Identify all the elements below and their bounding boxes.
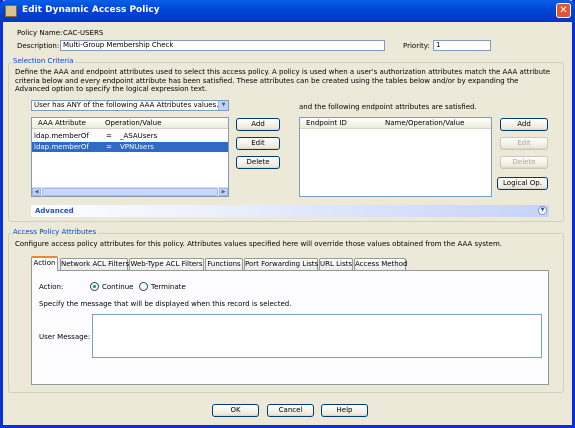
aaa-match-selected: User has ANY of the following AAA Attrib… [34,101,223,109]
description-input[interactable]: Multi-Group Membership Check [60,40,385,51]
app-icon [5,5,17,17]
logical-op-button[interactable]: Logical Op. [497,177,548,190]
table-row[interactable]: ldap.memberOf = _ASAUsers [32,131,228,141]
endpoint-edit-button[interactable]: Edit [500,137,548,150]
endpoint-table-header: Endpoint ID Name/Operation/Value [300,118,491,129]
advanced-expander[interactable]: Advanced ▼ [31,205,549,217]
window-title: Edit Dynamic Access Policy [22,5,160,15]
aaa-row-attribute: ldap.memberOf [34,143,89,151]
aaa-row-op: = [106,143,112,151]
close-icon[interactable]: ✕ [556,3,571,18]
table-row-selected[interactable]: ldap.memberOf = VPNUsers [32,142,228,152]
tab-url-lists[interactable]: URL Lists [319,258,353,270]
continue-radio-label[interactable]: Continue [102,283,133,291]
terminate-radio-label[interactable]: Terminate [151,283,186,291]
policy-name-label: Policy Name: [17,29,63,37]
priority-label: Priority: [403,42,430,50]
endpoint-attribute-table[interactable]: Endpoint ID Name/Operation/Value [299,117,492,197]
aaa-table-header: AAA Attribute Operation/Value [32,118,228,129]
tab-port-forwarding-lists[interactable]: Port Forwarding Lists [244,258,318,270]
chevron-down-icon[interactable]: ▼ [218,101,228,110]
action-label: Action: [39,283,64,291]
tab-access-method[interactable]: Access Method [354,258,407,270]
terminate-radio[interactable] [139,282,148,291]
scroll-thumb[interactable] [42,188,218,196]
selection-criteria-description: Define the AAA and endpoint attributes u… [15,68,551,93]
title-bar[interactable]: Edit Dynamic Access Policy ✕ [0,0,575,22]
message-instruction: Specify the message that will be display… [39,300,292,308]
policy-tabs: Action Network ACL Filters Web-Type ACL … [31,256,561,271]
help-button[interactable]: Help [321,404,368,417]
access-policy-title: Access Policy Attributes [11,228,99,236]
endpoint-delete-button[interactable]: Delete [500,156,548,169]
chevron-down-icon[interactable]: ▼ [538,206,547,215]
endpoint-column-id[interactable]: Endpoint ID [306,119,347,127]
aaa-match-select[interactable]: User has ANY of the following AAA Attrib… [31,100,229,111]
aaa-delete-button[interactable]: Delete [236,156,280,169]
access-policy-description: Configure access policy attributes for t… [15,240,503,248]
user-message-textarea[interactable] [92,314,542,358]
scroll-left-icon[interactable]: ◀ [32,188,41,196]
horizontal-scrollbar[interactable]: ◀ ▶ [32,187,228,196]
ok-button[interactable]: OK [212,404,259,417]
dialog-window: Edit Dynamic Access Policy ✕ Policy Name… [0,0,575,428]
aaa-row-attribute: ldap.memberOf [34,132,89,140]
cancel-button[interactable]: Cancel [267,404,314,417]
aaa-edit-button[interactable]: Edit [236,137,280,150]
aaa-column-operation[interactable]: Operation/Value [105,119,161,127]
continue-radio[interactable] [90,282,99,291]
endpoint-add-button[interactable]: Add [500,118,548,131]
aaa-add-button[interactable]: Add [236,118,280,131]
endpoint-column-name[interactable]: Name/Operation/Value [385,119,464,127]
aaa-row-value: VPNUsers [120,143,154,151]
user-message-label: User Message: [39,333,91,341]
aaa-row-op: = [106,132,112,140]
policy-name-value: CAC-USERS [63,29,104,37]
aaa-row-value: _ASAUsers [120,132,158,140]
aaa-column-attribute[interactable]: AAA Attribute [38,119,86,127]
advanced-label: Advanced [35,207,74,215]
description-label: Description: [17,42,60,50]
aaa-attribute-table[interactable]: AAA Attribute Operation/Value ldap.membe… [31,117,229,197]
scroll-right-icon[interactable]: ▶ [219,188,228,196]
tab-web-type-acl-filters[interactable]: Web-Type ACL Filters [129,258,204,270]
tab-functions[interactable]: Functions [205,258,243,270]
selection-criteria-title: Selection Criteria [11,57,76,65]
tab-action[interactable]: Action [31,256,58,271]
tab-network-acl-filters[interactable]: Network ACL Filters [60,258,129,270]
action-tab-panel: Action: Continue Terminate Specify the m… [31,270,549,385]
priority-input[interactable]: 1 [433,40,491,51]
endpoint-label: and the following endpoint attributes ar… [299,103,477,111]
